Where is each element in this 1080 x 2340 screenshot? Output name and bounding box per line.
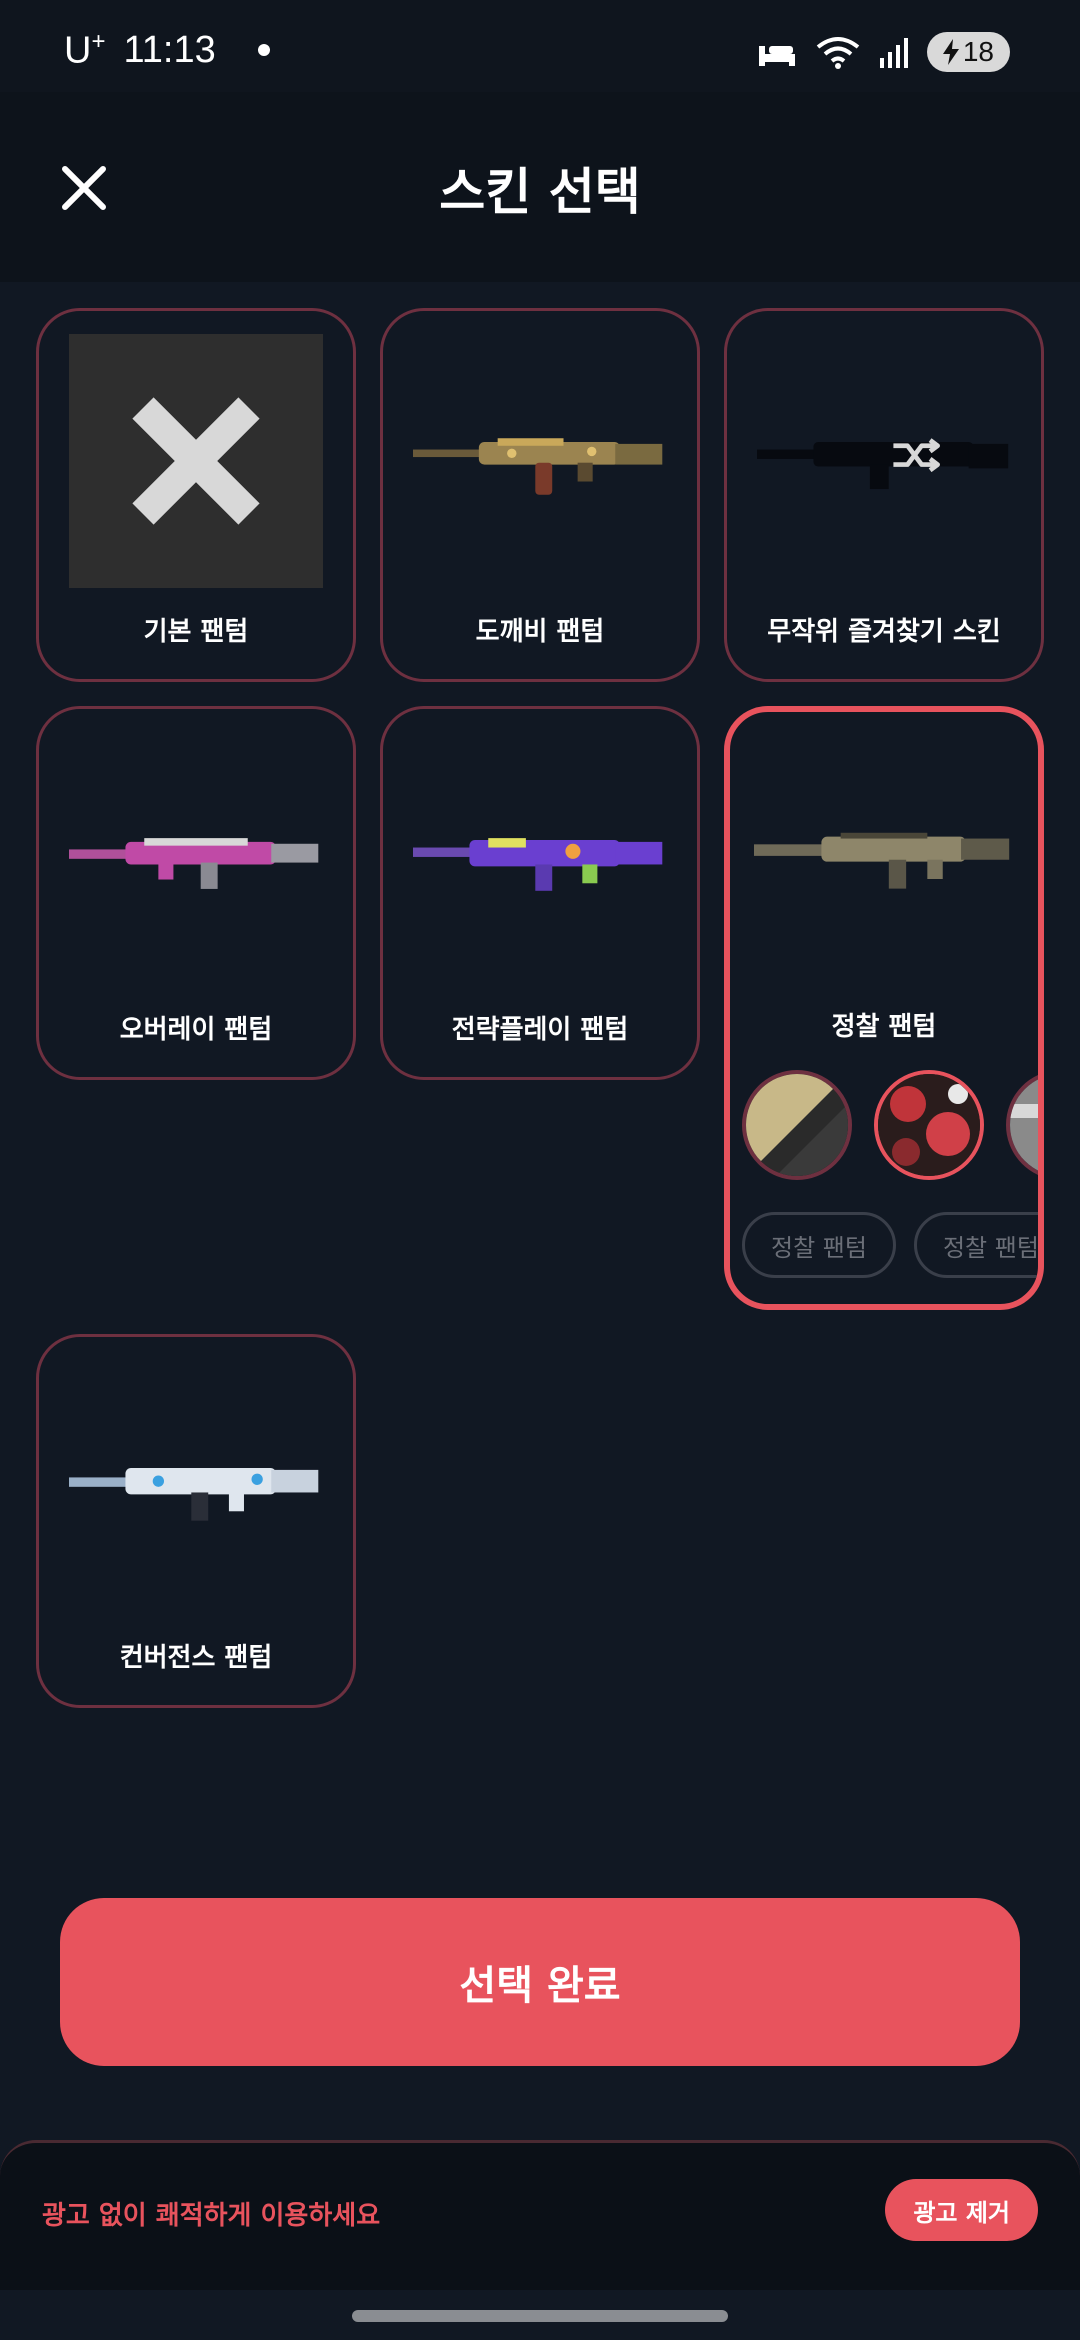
- notification-dot-icon: [257, 44, 270, 57]
- rifle-gold-icon: [413, 438, 663, 495]
- rifle-silhouette-icon: [757, 438, 1009, 490]
- rifle-white-icon: [69, 1468, 319, 1521]
- rifle-pink-icon: [69, 838, 319, 889]
- skin-label: 정찰 팬텀: [831, 1012, 937, 1042]
- sleep-mode-icon: [758, 46, 795, 66]
- variant-swatch-3[interactable]: [1006, 1070, 1038, 1180]
- skin-image: [69, 1359, 323, 1609]
- battery-level: 18: [962, 36, 994, 67]
- skin-image: [754, 728, 1014, 978]
- skin-label: 컨버전스 팬텀: [119, 1643, 273, 1673]
- charging-bolt-icon: [942, 39, 959, 65]
- skin-image: [69, 333, 323, 588]
- header: 스킨 선택: [0, 92, 1080, 282]
- confirm-selection-button[interactable]: 선택 완료: [60, 1898, 1020, 2066]
- skin-card-random[interactable]: 무작위 즐겨찾기 스킨: [724, 308, 1044, 682]
- rifle-tan-icon: [754, 832, 1010, 889]
- variant-chip[interactable]: 정찰 팬텀: [742, 1212, 896, 1278]
- remove-ads-button[interactable]: 광고 제거: [885, 2179, 1038, 2241]
- status-left: U+ 11:13: [64, 28, 270, 73]
- battery-indicator: 18: [926, 32, 1010, 72]
- skin-image: [757, 333, 1011, 583]
- rifle-purple-icon: [413, 838, 663, 891]
- variant-swatch-2[interactable]: [874, 1070, 984, 1180]
- skin-image: [69, 731, 323, 981]
- carrier: U+: [64, 28, 106, 72]
- skin-card-recon[interactable]: 정찰 팬텀 정찰 팬텀 정찰 팬텀 2: [724, 706, 1044, 1310]
- skin-label: 무작위 즐겨찾기 스킨: [767, 617, 1001, 647]
- skin-card-default[interactable]: 기본 팬텀: [36, 308, 356, 682]
- variant-swatch-1[interactable]: [742, 1070, 852, 1180]
- variant-silver-swatch-icon: [1010, 1074, 1038, 1176]
- skin-card-tactiplay[interactable]: 전략플레이 팬텀: [380, 706, 700, 1080]
- no-skin-box: [69, 334, 323, 588]
- skin-image: [413, 333, 667, 583]
- variant-chips: 정찰 팬텀 정찰 팬텀 2: [742, 1212, 1038, 1278]
- wifi-icon: [816, 37, 860, 69]
- variant-gold-swatch-icon: [746, 1074, 848, 1176]
- variant-swatches: [742, 1070, 1038, 1180]
- variant-red-camo-swatch-icon: [878, 1074, 980, 1176]
- variant-chip[interactable]: 정찰 팬텀 2: [913, 1212, 1038, 1278]
- ad-text: 광고 없이 쾌적하게 이용하세요: [42, 2201, 381, 2231]
- none-x-icon: [132, 397, 260, 525]
- skin-label: 오버레이 팬텀: [119, 1015, 273, 1045]
- page-title: 스킨 선택: [439, 163, 641, 221]
- status-right: 18: [757, 32, 1010, 72]
- skin-label: 기본 팬텀: [143, 617, 249, 647]
- signal-icon: [879, 38, 908, 68]
- status-bar: U+ 11:13 18: [0, 0, 1080, 92]
- home-indicator[interactable]: [352, 2310, 728, 2322]
- ad-banner: 광고 없이 쾌적하게 이용하세요 광고 제거: [0, 2140, 1080, 2290]
- skin-card-dokkaebi[interactable]: 도깨비 팬텀: [380, 308, 700, 682]
- skin-label: 도깨비 팬텀: [475, 617, 605, 647]
- clock: 11:13: [123, 28, 216, 71]
- skin-card-overlay[interactable]: 오버레이 팬텀: [36, 706, 356, 1080]
- skin-card-convergence[interactable]: 컨버전스 팬텀: [36, 1334, 356, 1708]
- skin-image: [413, 731, 667, 981]
- skin-label: 전략플레이 팬텀: [451, 1015, 629, 1045]
